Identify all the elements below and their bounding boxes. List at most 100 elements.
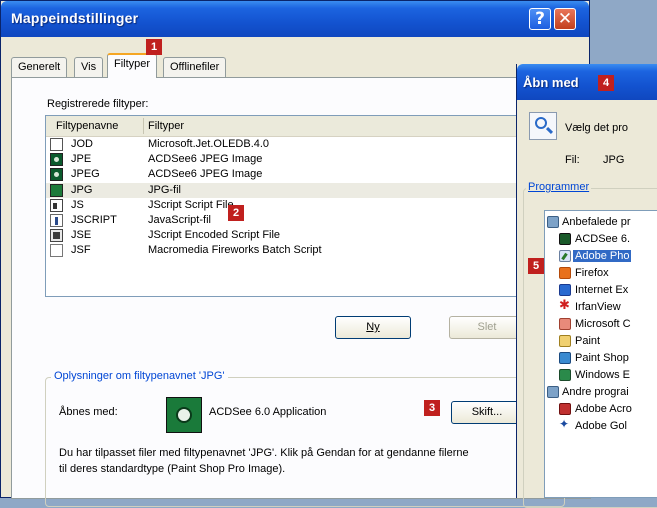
tree-item-label: Adobe Gol bbox=[575, 420, 627, 432]
acdsee-icon bbox=[50, 153, 63, 166]
column-header-extensions[interactable]: Filtypenavne bbox=[56, 120, 118, 132]
firefox-icon bbox=[559, 267, 571, 279]
folder-icon bbox=[547, 216, 559, 228]
tree-item-label: Paint Shop bbox=[575, 352, 629, 364]
list-item-extension: JOD bbox=[71, 138, 93, 150]
programs-tree[interactable]: Anbefalede pr ACDSee 6. Adobe Pho Firefo… bbox=[544, 210, 657, 498]
opens-with-app: ACDSee 6.0 Application bbox=[209, 406, 327, 418]
opens-with-label: Åbnes med: bbox=[59, 406, 118, 418]
acdsee-app-icon bbox=[166, 397, 202, 433]
golive-icon bbox=[559, 417, 571, 432]
js-icon bbox=[50, 199, 63, 212]
programs-label: Programmer bbox=[526, 181, 592, 193]
tree-item-label: IrfanView bbox=[575, 301, 621, 313]
list-item-extension: JSCRIPT bbox=[71, 214, 117, 226]
info-text: Du har tilpasset filer med filtypenavnet… bbox=[59, 447, 469, 475]
list-item-type: JScript Script File bbox=[148, 199, 234, 211]
tree-item[interactable]: Adobe Acro bbox=[545, 401, 657, 418]
list-item[interactable]: JSCRIPT JavaScript-fil bbox=[46, 213, 564, 228]
tree-item-label: Windows E bbox=[575, 369, 631, 381]
list-item[interactable]: JSF Macromedia Fireworks Batch Script bbox=[46, 243, 564, 258]
list-item-type: ACDSee6 JPEG Image bbox=[148, 153, 263, 165]
file-types-list[interactable]: Filtypenavne Filtyper JOD Microsoft.Jet.… bbox=[45, 115, 565, 297]
change-button[interactable]: Skift... bbox=[451, 401, 523, 424]
file-value: JPG bbox=[603, 154, 625, 166]
tree-item[interactable]: Adobe Gol bbox=[545, 417, 657, 435]
list-item-extension: JSF bbox=[71, 244, 91, 256]
tree-item[interactable]: Windows E bbox=[545, 367, 657, 384]
tree-item[interactable]: Microsoft C bbox=[545, 316, 657, 333]
open-with-title: Åbn med bbox=[523, 75, 579, 90]
script-icon bbox=[50, 214, 63, 227]
list-item[interactable]: JSE JScript Encoded Script File bbox=[46, 228, 564, 243]
tab-file-types[interactable]: Filtyper bbox=[107, 53, 158, 78]
acdsee-icon bbox=[50, 168, 63, 181]
fireworks-icon bbox=[50, 244, 63, 257]
tree-item-label: Paint bbox=[575, 335, 601, 347]
callout-badge-1: 1 bbox=[146, 39, 162, 55]
list-item-type: JScript Encoded Script File bbox=[148, 229, 281, 241]
list-item-selected[interactable]: JPG JPG-fil bbox=[46, 183, 564, 198]
irfanview-icon bbox=[559, 298, 571, 313]
tree-item-selected[interactable]: Adobe Pho bbox=[545, 248, 657, 265]
details-groupbox bbox=[45, 377, 565, 507]
file-label: Fil: bbox=[565, 154, 580, 166]
open-with-window: Åbn med Vælg det pro Fil: JPG Programmer… bbox=[516, 64, 657, 508]
tree-item-label: Adobe Pho bbox=[573, 250, 632, 262]
list-item-type: Macromedia Fireworks Batch Script bbox=[148, 244, 322, 256]
tab-general[interactable]: Generelt bbox=[11, 57, 68, 77]
list-item-type: JavaScript-fil bbox=[148, 214, 211, 226]
list-header: Filtypenavne Filtyper bbox=[46, 116, 564, 137]
list-item-extension: JPE bbox=[71, 153, 92, 165]
tab-view[interactable]: Vis bbox=[74, 57, 104, 77]
tree-item-label: Internet Ex bbox=[575, 284, 629, 296]
details-title: Oplysninger om filtypenavnet 'JPG' bbox=[51, 370, 228, 382]
list-item-extension: JSE bbox=[71, 229, 92, 241]
paint-shop-icon bbox=[559, 352, 571, 364]
callout-badge-4: 4 bbox=[598, 75, 614, 91]
help-button[interactable]: ? bbox=[529, 8, 551, 30]
new-button[interactable]: Ny bbox=[335, 316, 411, 339]
choose-program-text: Vælg det pro bbox=[565, 122, 628, 134]
list-item-extension: JPG bbox=[71, 184, 93, 196]
tree-item[interactable]: Firefox bbox=[545, 265, 657, 282]
tree-group-recommended[interactable]: Anbefalede pr bbox=[545, 214, 657, 231]
callout-badge-3: 3 bbox=[424, 400, 440, 416]
acrobat-icon bbox=[559, 403, 571, 415]
folder-options-titlebar[interactable]: Mappeindstillinger ? ✕ bbox=[1, 1, 589, 37]
delete-button[interactable]: Slet bbox=[449, 316, 525, 339]
tree-item-label: Microsoft C bbox=[575, 318, 631, 330]
list-item-type: JPG-fil bbox=[148, 184, 181, 196]
list-item[interactable]: JPE ACDSee6 JPEG Image bbox=[46, 152, 564, 167]
open-with-titlebar[interactable]: Åbn med bbox=[517, 64, 657, 100]
list-item[interactable]: JOD Microsoft.Jet.OLEDB.4.0 bbox=[46, 137, 564, 152]
list-item[interactable]: JS JScript Script File bbox=[46, 198, 564, 213]
list-item[interactable]: JPEG ACDSee6 JPEG Image bbox=[46, 167, 564, 182]
tree-item[interactable]: Internet Ex bbox=[545, 282, 657, 299]
folder-icon bbox=[547, 386, 559, 398]
acdsee-icon bbox=[559, 233, 571, 245]
tree-group-other[interactable]: Andre prograi bbox=[545, 384, 657, 401]
callout-badge-5: 5 bbox=[528, 258, 544, 274]
tree-item-label: Adobe Acro bbox=[575, 403, 632, 415]
column-header-file-types[interactable]: Filtyper bbox=[148, 120, 184, 132]
windows-picture-icon bbox=[559, 369, 571, 381]
tree-item[interactable]: Paint Shop bbox=[545, 350, 657, 367]
registered-types-label: Registrerede filtyper: bbox=[47, 98, 149, 110]
folder-options-window: Mappeindstillinger ? ✕ Generelt Vis Filt… bbox=[0, 0, 591, 507]
close-button[interactable]: ✕ bbox=[554, 8, 576, 30]
list-item-type: ACDSee6 JPEG Image bbox=[148, 168, 263, 180]
tree-item[interactable]: ACDSee 6. bbox=[545, 231, 657, 248]
search-icon bbox=[529, 112, 557, 140]
list-item-type: Microsoft.Jet.OLEDB.4.0 bbox=[148, 138, 270, 150]
tree-item-label: ACDSee 6. bbox=[575, 233, 631, 245]
tree-item[interactable]: IrfanView bbox=[545, 298, 657, 316]
paint-icon bbox=[559, 335, 571, 347]
tab-offline-files[interactable]: Offlinefiler bbox=[163, 57, 227, 77]
tree-item-label: Firefox bbox=[575, 267, 609, 279]
callout-badge-2: 2 bbox=[228, 205, 244, 221]
document-icon bbox=[50, 138, 63, 151]
tree-item[interactable]: Paint bbox=[545, 333, 657, 350]
tree-item-label: Andre prograi bbox=[562, 386, 629, 398]
jse-icon bbox=[50, 229, 63, 242]
